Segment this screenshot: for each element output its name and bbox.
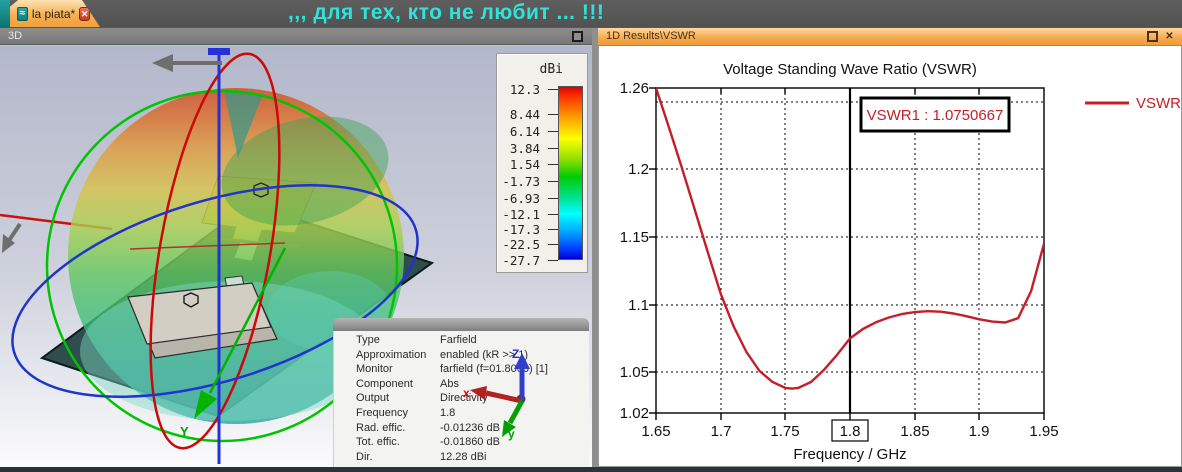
y-tick-label: 1.26 — [620, 80, 649, 97]
panel-3d-header[interactable]: 3D — [0, 28, 592, 45]
axis-label-y: Y — [180, 424, 189, 439]
x-tick-label: 1.65 — [641, 423, 670, 440]
colorbar-tick: 8.44 — [509, 107, 540, 122]
results-panel: 1D Results\VSWR ✕ Voltage Standing Wave … — [598, 28, 1182, 467]
x-tick-label: 1.9 — [969, 423, 990, 440]
info-panel-body: Type Farfield Approximation enabled (kR >>… — [333, 331, 589, 467]
info-value: Farfield — [440, 334, 477, 346]
vswr-chart[interactable]: Voltage Standing Wave Ratio (VSWR) VSWR1… — [599, 46, 1182, 466]
info-value: 1.8 — [440, 406, 456, 419]
colorbar-tick: 1.54 — [509, 157, 540, 172]
info-row: Monitor farfield (f=01.8000) [1] — [334, 363, 589, 378]
info-label: Monitor — [356, 363, 393, 376]
info-value: Directivity — [440, 392, 488, 405]
chart-title: Voltage Standing Wave Ratio (VSWR) — [723, 61, 977, 78]
tab-close-button[interactable]: ✕ — [79, 6, 90, 21]
info-label: Rad. effic. — [356, 421, 406, 434]
info-row: Component Abs — [334, 378, 589, 393]
info-value: 12.28 dBi — [440, 450, 487, 463]
project-tab[interactable]: ≈ la piata* ✕ — [10, 0, 100, 27]
info-panel-header[interactable] — [333, 318, 589, 331]
info-value: -0.01236 dB — [440, 421, 500, 434]
info-value: Abs — [440, 377, 459, 390]
colorbar-title: dBi — [539, 62, 563, 77]
x-tick-label: 1.75 — [770, 423, 799, 440]
x-tick-label: 1.85 — [900, 423, 929, 440]
y-tick-labels: 1.26 1.2 1.15 1.1 1.05 1.02 — [620, 80, 649, 422]
colorbar: dBi 12.3 8.44 6.14 3.84 1.54 -1.73 -6.93… — [496, 53, 588, 273]
x-axis-title: Frequency / GHz — [793, 446, 906, 463]
info-row: Type Farfield — [334, 334, 589, 349]
x-tick-labels: 1.65 1.7 1.75 1.8 1.85 1.9 1.95 — [641, 423, 1058, 440]
info-value: enabled (kR >> 1) — [440, 348, 529, 361]
colorbar-tick: -27.7 — [502, 253, 540, 268]
panel-3d-title: 3D — [8, 30, 23, 42]
y-tick-label: 1.02 — [620, 405, 649, 422]
app-edge-strip — [0, 0, 10, 27]
y-tick-label: 1.2 — [628, 161, 649, 178]
close-icon: ✕ — [80, 8, 89, 19]
info-label: Frequency — [356, 406, 408, 419]
results-close-button[interactable]: ✕ — [1164, 31, 1175, 42]
results-titlebar[interactable]: 1D Results\VSWR ✕ — [598, 28, 1182, 46]
info-label: Approximation — [356, 348, 427, 361]
info-row: Dir. 12.28 dBi — [334, 451, 589, 466]
info-label: Type — [356, 334, 380, 346]
info-row: Frequency 1.8 — [334, 407, 589, 422]
bottom-edge — [0, 467, 1182, 472]
info-label: Dir. — [356, 450, 373, 463]
colorbar-gradient — [558, 86, 583, 260]
y-tick-label: 1.05 — [620, 364, 649, 381]
banner-title: ,,, для тех, кто не любит ... !!! — [288, 1, 605, 24]
marker-readout[interactable]: VSWR1 : 1.0750667 — [859, 96, 1011, 133]
legend: VSWR1 — [1085, 95, 1182, 112]
y-tick-label: 1.1 — [628, 297, 649, 314]
colorbar-tick: -6.93 — [502, 191, 540, 206]
colorbar-tick: -12.1 — [502, 207, 540, 222]
project-tab-label: la piata* — [31, 6, 76, 21]
info-label: Output — [356, 392, 390, 405]
colorbar-tick: 3.84 — [509, 141, 540, 156]
y-tick-label: 1.15 — [620, 229, 649, 246]
legend-label: VSWR1 — [1136, 95, 1181, 112]
colorbar-tick: 12.3 — [509, 82, 540, 97]
results-maximize-button[interactable] — [1147, 31, 1158, 42]
info-label: Component — [356, 377, 413, 390]
info-value: farfield (f=01.8000) [1] — [440, 363, 548, 376]
top-bar: ≈ la piata* ✕ ,,, для тех, кто не любит … — [0, 0, 1182, 27]
panel-3d-maximize-button[interactable] — [572, 31, 583, 42]
info-value: -0.01860 dB — [440, 436, 500, 449]
colorbar-tick: -17.3 — [502, 222, 540, 237]
x-tick-label: 1.7 — [711, 423, 732, 440]
info-row: Approximation enabled (kR >> 1) — [334, 349, 589, 364]
wave-icon: ≈ — [17, 6, 28, 21]
colorbar-tick: -1.73 — [502, 174, 540, 189]
info-row: Output Directivity — [334, 392, 589, 407]
app-window: ≈ la piata* ✕ ,,, для тех, кто не любит … — [0, 0, 1182, 472]
x-tick-label: 1.8 — [840, 423, 861, 440]
colorbar-tick: 6.14 — [509, 124, 540, 139]
results-title: 1D Results\VSWR — [606, 30, 696, 42]
marker-readout-label: VSWR1 : 1.0750667 — [867, 107, 1004, 124]
colorbar-tick: -22.5 — [502, 237, 540, 252]
info-row: Rad. effic. -0.01236 dB — [334, 422, 589, 437]
results-content: Voltage Standing Wave Ratio (VSWR) VSWR1… — [598, 46, 1182, 467]
info-label: Tot. effic. — [356, 436, 400, 449]
info-row: Tot. effic. -0.01860 dB — [334, 436, 589, 451]
panel-3d: 3D Y dBi 12.3 8.44 6.14 3.84 1.54 -1.73 … — [0, 28, 592, 467]
x-tick-label: 1.95 — [1029, 423, 1058, 440]
farfield-info-panel: Type Farfield Approximation enabled (kR >>… — [333, 318, 589, 467]
